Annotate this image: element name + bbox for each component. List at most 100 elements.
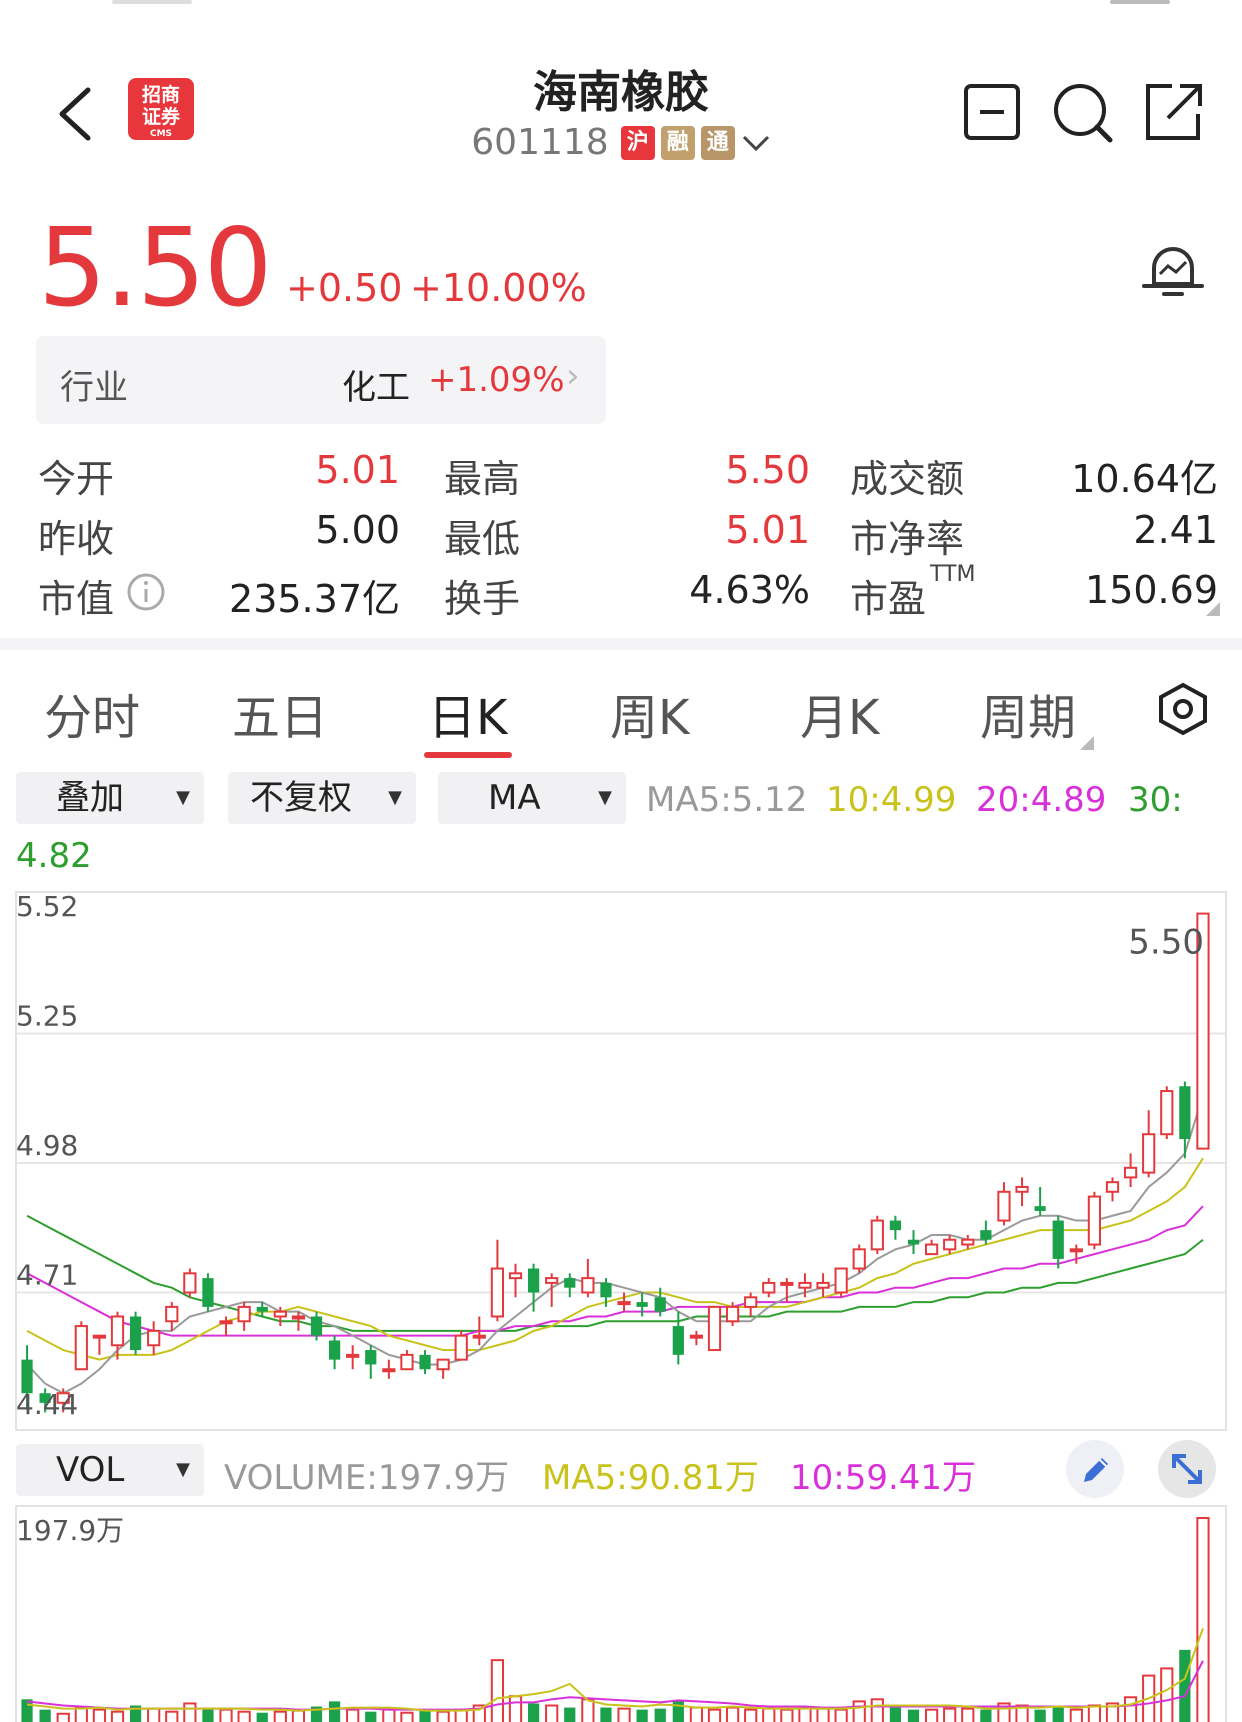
- caret-down-icon: ▼: [388, 787, 402, 808]
- volume-bar: [889, 1707, 902, 1722]
- mcap-value: 235.37亿: [229, 577, 400, 621]
- high-value: 5.50: [725, 448, 810, 492]
- candle-body: [762, 1281, 776, 1294]
- volume-bar: [1179, 1649, 1191, 1722]
- pb-value: 2.41: [1133, 508, 1218, 552]
- volume-bar: [780, 1708, 794, 1722]
- volume-bar: [74, 1706, 88, 1722]
- last-price: 5.50: [38, 206, 272, 331]
- volume-bar: [870, 1698, 884, 1722]
- draw-tool-button[interactable]: [1066, 1440, 1124, 1498]
- tab-weekly-k[interactable]: 周K: [610, 678, 689, 748]
- open-label: 今开: [38, 457, 115, 501]
- volume-bar: [508, 1695, 523, 1722]
- pe-label: 市盈: [850, 577, 927, 621]
- candlestick-chart[interactable]: 5.52 5.25 4.98 4.71 4.44 5.50: [0, 880, 1242, 1440]
- last-price-label: 5.50: [1128, 923, 1204, 963]
- price-change: +0.50: [286, 266, 403, 310]
- volume-bar: [834, 1708, 848, 1722]
- badge-margin: 融: [660, 125, 695, 160]
- candle-body: [870, 1219, 884, 1251]
- search-button[interactable]: [1052, 82, 1114, 148]
- volume-bar: [346, 1708, 360, 1722]
- volume-indicator-dropdown[interactable]: VOL ▼: [16, 1444, 204, 1496]
- volume-bar: [581, 1698, 595, 1722]
- alert-button[interactable]: [1140, 236, 1206, 310]
- candle-body: [581, 1277, 595, 1294]
- tab-period[interactable]: 周期: [980, 678, 1076, 748]
- caret-down-icon: ▼: [176, 1459, 190, 1480]
- tab-five-day[interactable]: 五日: [232, 678, 328, 748]
- volume-bar: [165, 1710, 179, 1722]
- volume-bar: [183, 1702, 197, 1722]
- turnover-value: 4.63%: [689, 568, 810, 612]
- pe-value: 150.69: [1085, 568, 1218, 612]
- overlay-dropdown[interactable]: 叠加 ▼: [16, 772, 204, 824]
- candle-body: [924, 1243, 939, 1256]
- chevron-right-icon: ›: [566, 356, 580, 396]
- period-corner-icon: [1080, 736, 1094, 750]
- minimize-button[interactable]: [962, 82, 1022, 146]
- indicator-label: MA: [488, 778, 541, 818]
- candle-body: [672, 1326, 684, 1355]
- caret-down-icon: ▼: [598, 787, 612, 808]
- candle-body: [328, 1340, 341, 1360]
- industry-change: +1.09%: [428, 360, 565, 400]
- y-tick-label: 5.52: [16, 890, 78, 923]
- candle-body: [600, 1282, 612, 1298]
- volume-bar: [725, 1706, 740, 1722]
- candle-body: [997, 1190, 1011, 1222]
- high-label: 最高: [444, 457, 521, 501]
- volume-bar: [980, 1709, 992, 1722]
- volume-bar: [816, 1707, 830, 1722]
- chart-settings-button[interactable]: [1158, 682, 1208, 740]
- candle-body: [147, 1329, 161, 1347]
- candle-body: [617, 1301, 631, 1306]
- volume-bar: [636, 1709, 648, 1722]
- ma30-label: 30:: [1128, 780, 1183, 820]
- candle-body: [1069, 1248, 1083, 1253]
- volume-bar: [600, 1707, 612, 1722]
- candle-body: [545, 1277, 559, 1284]
- candle-body: [400, 1353, 414, 1371]
- turnover-label: 换手: [444, 577, 521, 621]
- open-value: 5.01: [315, 448, 400, 492]
- tab-daily-k[interactable]: 日K: [428, 678, 507, 748]
- candle-body: [454, 1334, 468, 1361]
- candle-body: [256, 1306, 268, 1312]
- battery-icon: [1110, 0, 1170, 4]
- ma20-line: [26, 1205, 1204, 1337]
- fullscreen-button[interactable]: [1158, 1440, 1216, 1498]
- volume-bar: [617, 1707, 631, 1722]
- bell-alert-icon: [1142, 247, 1204, 296]
- tab-monthly-k[interactable]: 月K: [800, 678, 879, 748]
- indicator-dropdown[interactable]: MA ▼: [438, 772, 626, 824]
- candle-body: [74, 1325, 88, 1371]
- share-button[interactable]: [1142, 82, 1204, 148]
- expand-corner-icon[interactable]: [1206, 602, 1220, 616]
- industry-label: 行业: [60, 368, 128, 408]
- volume-bar: [39, 1709, 51, 1722]
- volume-bar: [1034, 1709, 1046, 1722]
- volume-bar: [545, 1704, 559, 1722]
- volume-chart[interactable]: 197.9万: [0, 1504, 1242, 1722]
- volume-bar: [365, 1711, 377, 1722]
- industry-name: 化工: [342, 368, 410, 408]
- volume-bar: [436, 1710, 450, 1722]
- candle-body: [834, 1267, 848, 1294]
- badge-sh: 沪: [620, 125, 655, 160]
- adjust-dropdown[interactable]: 不复权 ▼: [228, 772, 416, 824]
- candle-body: [816, 1281, 830, 1289]
- candle-body: [273, 1310, 287, 1318]
- prev-close-label: 昨收: [38, 517, 115, 561]
- ma10-value: 10:4.99: [826, 780, 957, 820]
- volume-bar: [744, 1708, 758, 1722]
- candle-body: [219, 1320, 233, 1325]
- info-button[interactable]: [126, 572, 166, 616]
- tab-intraday[interactable]: 分时: [44, 678, 140, 748]
- volume-bar: [1052, 1707, 1064, 1722]
- volume-bar: [291, 1709, 306, 1722]
- volume-bar: [1196, 1517, 1210, 1722]
- industry-row[interactable]: 行业 化工 +1.09% ›: [36, 336, 606, 424]
- candle-body: [889, 1220, 902, 1231]
